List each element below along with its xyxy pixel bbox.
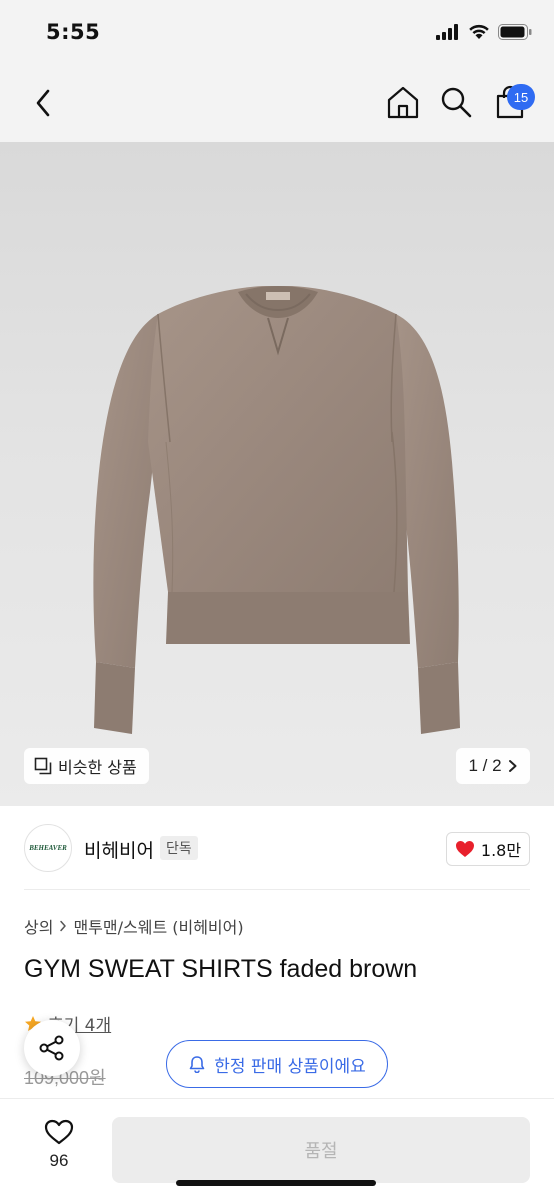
breadcrumb-category[interactable]: 상의 xyxy=(24,914,53,938)
brand-name[interactable]: 비헤비어 xyxy=(84,836,154,863)
section-divider xyxy=(24,889,530,890)
brand-like-count: 1.8만 xyxy=(480,841,522,860)
sweatshirt-image xyxy=(93,286,460,734)
brand-row: BEHEAVER 비헤비어 단독 1.8만 xyxy=(0,806,554,890)
top-nav xyxy=(0,64,554,142)
chevron-right-icon xyxy=(60,920,67,932)
bell-icon xyxy=(189,1056,205,1073)
wifi-icon xyxy=(469,24,489,39)
page-indicator-text: 1 / 2 xyxy=(468,756,502,775)
limited-sale-badge: 한정 판매 상품이에요 xyxy=(166,1040,388,1088)
share-icon xyxy=(39,1035,64,1061)
brand-logo-text: BEHEAVER xyxy=(29,844,67,852)
sold-out-button[interactable]: 품절 xyxy=(112,1117,530,1183)
status-bar: 5:55 xyxy=(0,0,554,64)
heart-filled-icon xyxy=(455,841,474,857)
home-icon xyxy=(387,86,419,119)
status-icons xyxy=(436,24,532,40)
search-button[interactable] xyxy=(438,84,474,120)
breadcrumb-subcategory[interactable]: 맨투맨/스웨트 (비헤비어) xyxy=(73,914,243,938)
similar-products-label: 비슷한 상품 xyxy=(58,758,137,777)
status-time: 5:55 xyxy=(46,20,101,44)
brand-logo[interactable]: BEHEAVER xyxy=(24,824,72,872)
heart-outline-icon xyxy=(44,1119,74,1145)
back-button[interactable] xyxy=(28,86,58,120)
battery-icon xyxy=(498,24,532,40)
wishlist-count: 96 xyxy=(49,1151,69,1170)
limited-sale-label: 한정 판매 상품이에요 xyxy=(214,1056,366,1077)
similar-products-button[interactable]: 비슷한 상품 xyxy=(24,748,149,784)
share-button[interactable] xyxy=(24,1020,80,1076)
breadcrumb: 상의 맨투맨/스웨트 (비헤비어) xyxy=(24,914,244,938)
exclusive-tag: 단독 xyxy=(160,836,198,860)
cart-count-badge: 15 xyxy=(507,84,535,110)
home-indicator xyxy=(176,1180,376,1186)
brand-like-button[interactable]: 1.8만 xyxy=(446,832,530,866)
signal-icon xyxy=(436,24,458,40)
search-icon xyxy=(441,87,472,118)
chevron-left-icon xyxy=(36,89,50,117)
wishlist-button[interactable]: 96 xyxy=(30,1119,88,1179)
product-image[interactable]: 비슷한 상품 1 / 2 xyxy=(0,142,554,806)
image-page-indicator[interactable]: 1 / 2 xyxy=(456,748,530,784)
chevron-right-icon xyxy=(508,760,517,772)
home-button[interactable] xyxy=(385,84,421,120)
copy-icon xyxy=(34,757,52,775)
product-title: GYM SWEAT SHIRTS faded brown xyxy=(24,955,418,983)
